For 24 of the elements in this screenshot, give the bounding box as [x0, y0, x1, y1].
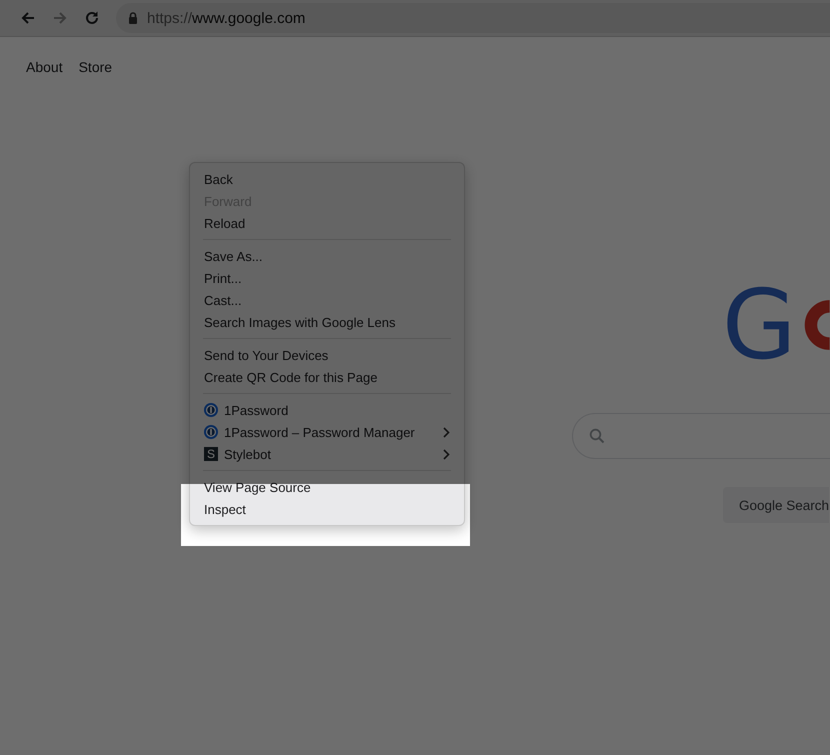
keyhole-circle-icon — [204, 403, 218, 417]
lock-icon — [128, 12, 138, 24]
search-field[interactable] — [572, 413, 830, 459]
menu-item[interactable]: Create QR Code for this Page — [190, 366, 464, 388]
menu-item[interactable]: S Stylebot — [190, 443, 464, 465]
header-link[interactable]: About — [26, 59, 63, 75]
menu-item[interactable]: 1Password — [190, 399, 464, 421]
menu-item[interactable]: 1Password – Password Manager — [190, 421, 464, 443]
menu-item[interactable]: Print... — [190, 267, 464, 289]
reload-icon — [83, 9, 101, 27]
menu-item[interactable]: Cast... — [190, 289, 464, 311]
logo: G — [722, 277, 796, 373]
menu-item[interactable]: View Page Source — [190, 476, 464, 498]
extension-badge-icon: S — [204, 447, 218, 461]
search-button[interactable]: Google Search — [723, 487, 830, 523]
menu-item[interactable]: Send to Your Devices — [190, 344, 464, 366]
menu-item[interactable]: Reload — [190, 212, 464, 234]
search-icon — [589, 428, 605, 444]
menu-item[interactable]: Search Images with Google Lens — [190, 311, 464, 333]
menu-item[interactable]: Inspect — [190, 498, 464, 520]
header-link[interactable]: Store — [78, 59, 112, 75]
keyhole-circle-icon — [204, 425, 218, 439]
menu-item[interactable]: Back — [190, 168, 464, 190]
menu-item[interactable]: Save As... — [190, 245, 464, 267]
